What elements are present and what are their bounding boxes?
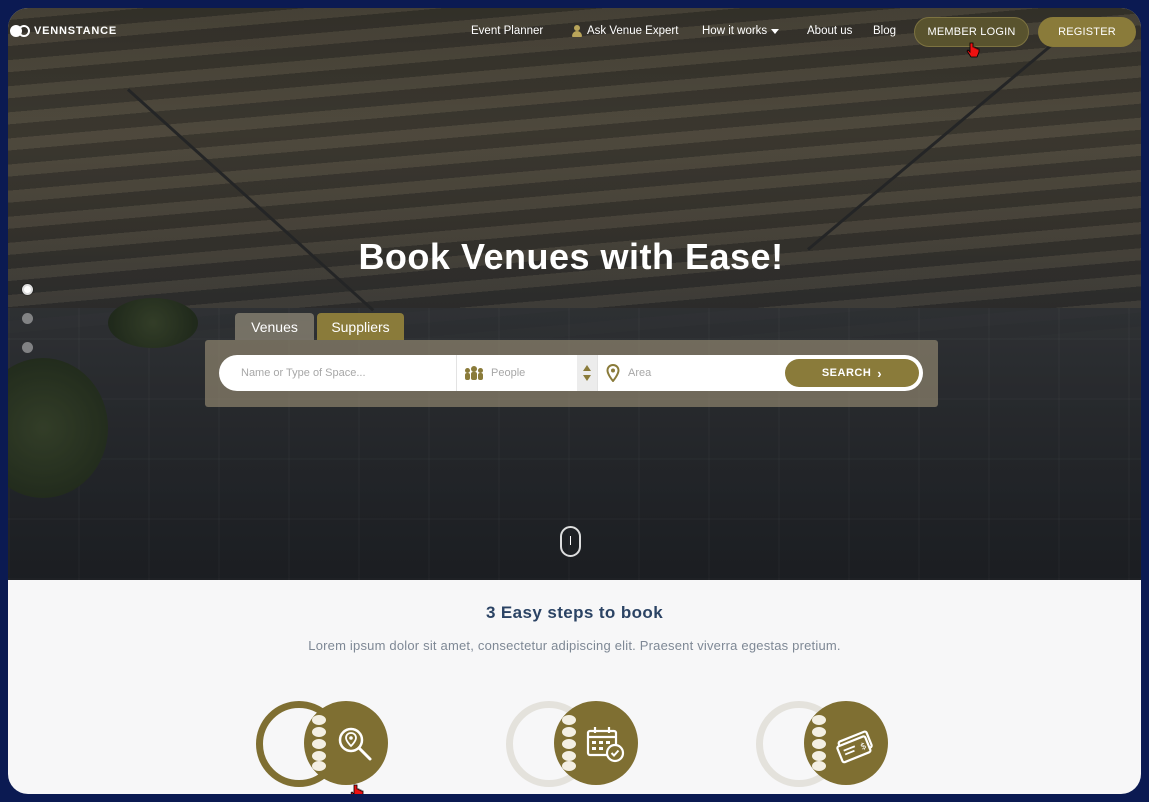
step-item[interactable]: $ (756, 701, 888, 787)
nav-how-it-works-label: How it works (702, 25, 768, 37)
search-panel: Name or Type of Space... People Area SEA… (205, 340, 938, 407)
search-bar: Name or Type of Space... People Area SEA… (219, 355, 923, 391)
stepper-down-icon[interactable] (583, 375, 591, 381)
brand-name: VENNSTANCE (34, 25, 117, 37)
area-placeholder: Area (628, 367, 652, 379)
user-icon (572, 25, 582, 37)
search-button[interactable]: SEARCH › (785, 359, 919, 387)
location-search-icon (338, 727, 372, 761)
steps-subtitle: Lorem ipsum dolor sit amet, consectetur … (308, 638, 841, 653)
hand-cursor-icon (350, 784, 364, 794)
nav-how-it-works[interactable]: How it works (702, 25, 780, 37)
stepper-up-icon[interactable] (583, 365, 591, 371)
slider-dots (22, 284, 33, 371)
slider-dot[interactable] (22, 342, 33, 353)
slider-dot[interactable] (22, 284, 33, 295)
steps-title: 3 Easy steps to book (485, 603, 664, 622)
people-field[interactable]: People (457, 355, 598, 391)
space-name-input[interactable]: Name or Type of Space... (219, 355, 457, 391)
slider-dot[interactable] (22, 313, 33, 324)
scroll-down-icon[interactable] (560, 526, 581, 557)
tab-venues[interactable]: Venues (235, 313, 314, 340)
people-stepper[interactable] (577, 355, 597, 391)
tab-suppliers[interactable]: Suppliers (317, 313, 404, 340)
search-button-label: SEARCH (821, 367, 872, 379)
hand-cursor-icon (966, 42, 980, 58)
step-item[interactable] (506, 701, 638, 787)
logo-mark-icon (10, 25, 30, 37)
caret-down-icon (771, 28, 780, 34)
top-navigation: VENNSTANCE Event Planner Ask Venue Exper… (8, 8, 1141, 58)
chevron-right-icon: › (877, 365, 883, 381)
nav-about-us[interactable]: About us (807, 25, 852, 37)
browser-viewport: VENNSTANCE Event Planner Ask Venue Exper… (8, 8, 1141, 794)
map-pin-icon (606, 364, 620, 382)
people-icon (465, 366, 483, 380)
hero-title: Book Venues with Ease! (358, 236, 784, 277)
hero-section: VENNSTANCE Event Planner Ask Venue Exper… (8, 8, 1141, 580)
register-button[interactable]: REGISTER (1038, 17, 1136, 47)
step-item[interactable] (256, 701, 388, 794)
nav-ask-venue-expert[interactable]: Ask Venue Expert (572, 25, 678, 37)
nav-ask-venue-expert-label: Ask Venue Expert (587, 25, 679, 37)
area-field[interactable]: Area (598, 355, 786, 391)
ticket-icon: $ (836, 730, 873, 764)
brand-logo[interactable]: VENNSTANCE (10, 25, 117, 37)
nav-event-planner[interactable]: Event Planner (471, 25, 543, 37)
nav-blog[interactable]: Blog (873, 25, 896, 37)
calendar-check-icon (586, 727, 625, 763)
people-placeholder: People (491, 367, 526, 379)
